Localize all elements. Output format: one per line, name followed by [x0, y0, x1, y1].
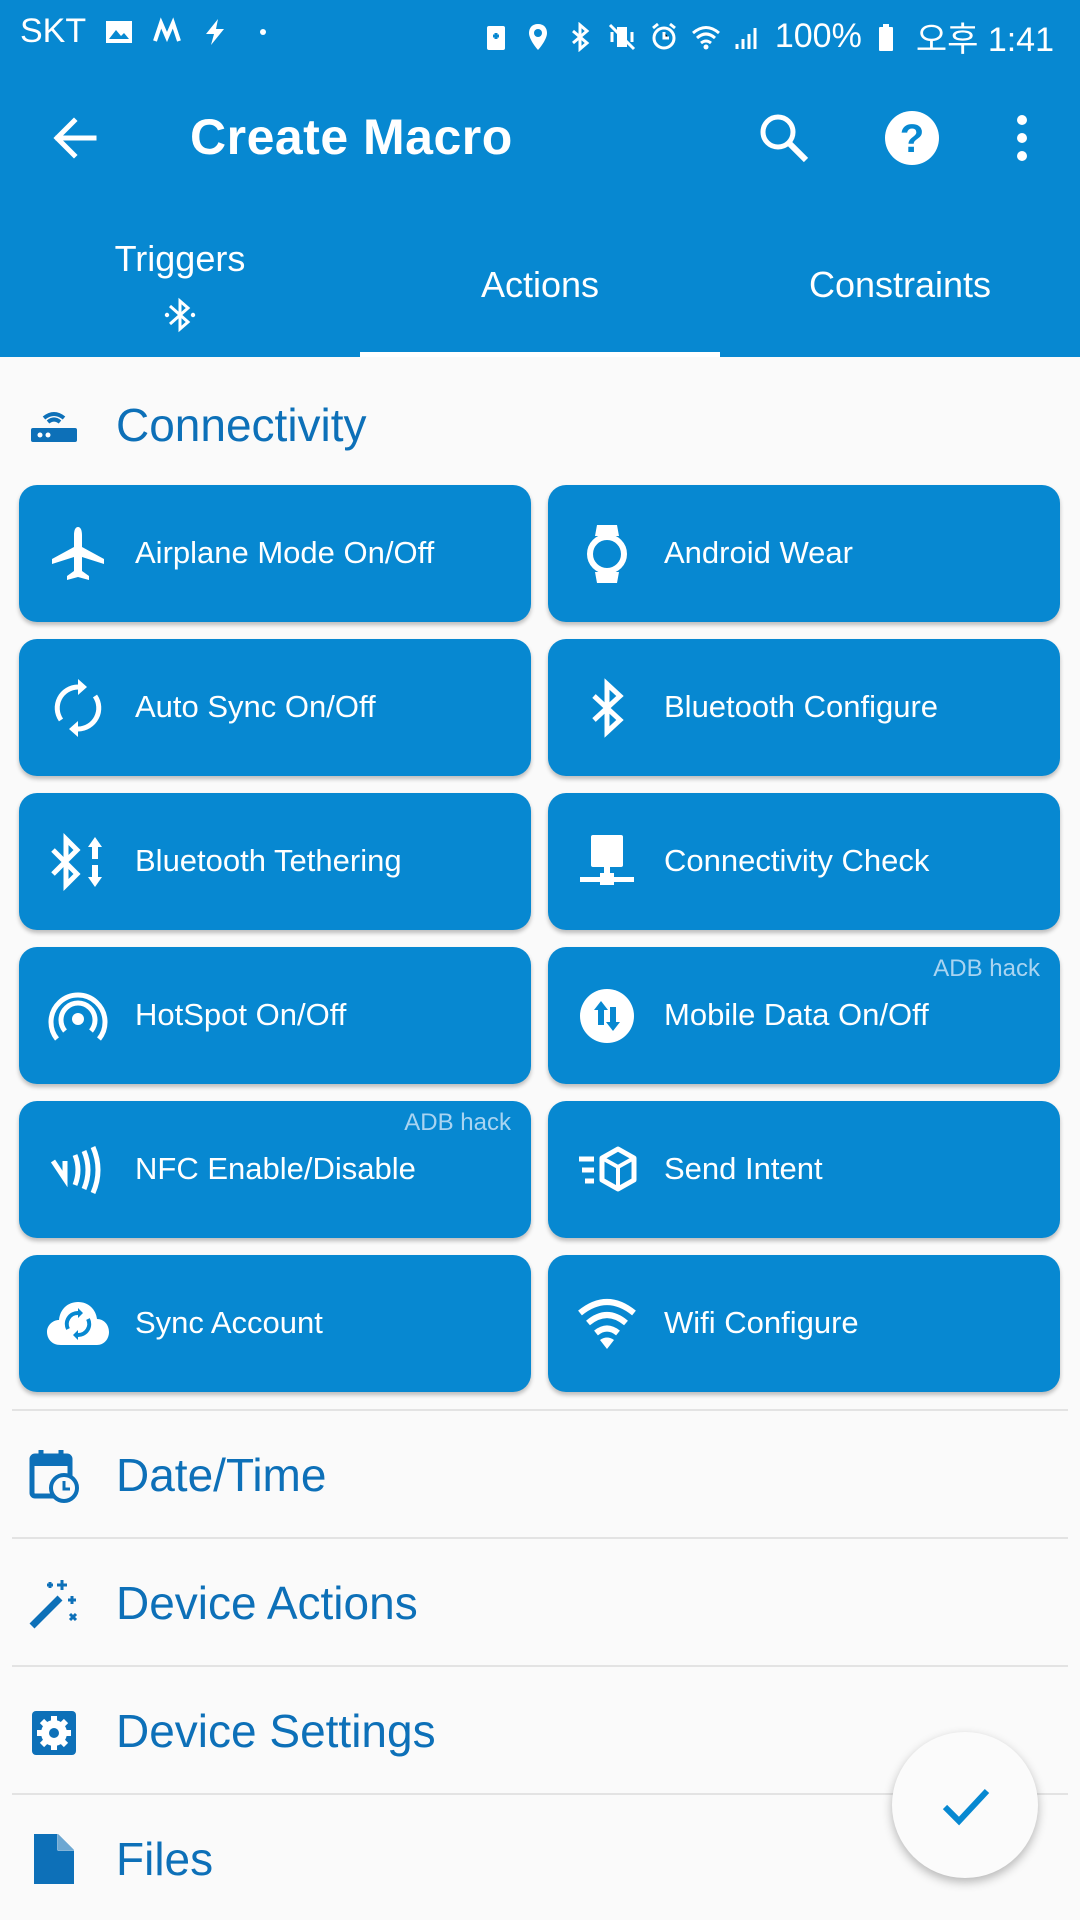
status-right: 100% 오후 1:41 [481, 12, 1054, 61]
tile-label: Sync Account [135, 1305, 323, 1340]
location-icon [528, 23, 547, 50]
tab-actions[interactable]: Actions [360, 212, 720, 357]
divider [12, 1537, 1068, 1539]
settings-icon [32, 1711, 76, 1755]
divider [12, 1409, 1068, 1411]
tile-label: Mobile Data On/Off [664, 997, 929, 1032]
action-tile-mobile-data[interactable]: Mobile Data On/Off ADB hack [548, 947, 1060, 1084]
nfc-icon [50, 1146, 101, 1194]
router-icon [31, 412, 77, 442]
check-icon [942, 1788, 990, 1826]
adb-hack-badge: ADB hack [933, 955, 1040, 982]
network-check-icon [580, 835, 634, 885]
category-title: Files [116, 1833, 214, 1885]
tile-label: Connectivity Check [664, 843, 930, 878]
action-tile-android-wear[interactable]: Android Wear [548, 485, 1060, 622]
category-title: Date/Time [116, 1449, 327, 1501]
bluetooth-tethering-icon [51, 832, 102, 892]
tile-label: Bluetooth Configure [664, 689, 939, 724]
m-notification-icon [153, 16, 182, 42]
tab-label: Actions [480, 264, 600, 305]
battery-percent: 100% [774, 17, 862, 55]
arrow-back-icon[interactable] [44, 106, 108, 170]
tile-label: Airplane Mode On/Off [135, 535, 435, 570]
cloud-sync-icon [47, 1302, 109, 1345]
bluetooth-icon [592, 678, 624, 738]
action-tile-bluetooth-tethering[interactable]: Bluetooth Tethering [19, 793, 531, 930]
calendar-clock-icon [29, 1450, 79, 1503]
hotspot-icon [48, 992, 108, 1041]
wifi-icon [578, 1299, 636, 1349]
watch-icon [587, 525, 627, 583]
bluetooth-icon [164, 297, 196, 333]
divider [12, 1665, 1068, 1667]
flash-notification-icon [206, 18, 225, 45]
svg-text:?: ? [900, 117, 924, 161]
app-bar: SKT 100% 오후 1:41 Create Macro ? Triggers [0, 0, 1080, 357]
tab-triggers[interactable]: Triggers [0, 212, 360, 357]
action-tile-hotspot[interactable]: HotSpot On/Off [19, 947, 531, 1084]
category-title: Device Actions [116, 1577, 418, 1629]
action-tile-airplane-mode[interactable]: Airplane Mode On/Off [19, 485, 531, 622]
battery-saver-icon [486, 25, 505, 50]
clock: 오후 1:41 [915, 21, 1054, 59]
toolbar: Create Macro ? [0, 64, 1080, 212]
action-tile-send-intent[interactable]: Send Intent [548, 1101, 1060, 1238]
tile-label: Bluetooth Tethering [135, 843, 402, 878]
action-tile-auto-sync[interactable]: Auto Sync On/Off [19, 639, 531, 776]
image-notification-icon [106, 20, 133, 43]
tile-label: Auto Sync On/Off [135, 689, 376, 724]
category-title: Connectivity [116, 399, 367, 451]
action-tile-connectivity-check[interactable]: Connectivity Check [548, 793, 1060, 930]
tab-constraints[interactable]: Constraints [720, 212, 1080, 357]
file-icon [34, 1834, 74, 1884]
send-intent-icon [579, 1146, 637, 1192]
tile-label: Android Wear [664, 535, 853, 570]
dot-icon [260, 28, 267, 35]
status-bar: SKT 100% 오후 1:41 [0, 0, 1080, 64]
wifi-status-icon [691, 25, 720, 49]
category-title: Device Settings [116, 1705, 436, 1757]
vibrate-icon [608, 23, 635, 50]
confirm-fab[interactable] [892, 1732, 1038, 1878]
action-tile-sync-account[interactable]: Sync Account [19, 1255, 531, 1392]
sync-icon [54, 679, 102, 737]
adb-hack-badge: ADB hack [404, 1109, 511, 1136]
category-connectivity[interactable]: Connectivity [0, 370, 1080, 480]
page-title: Create Macro [190, 109, 513, 165]
bluetooth-status-icon [571, 21, 590, 52]
category-device-actions[interactable]: Device Actions [0, 1548, 1080, 1658]
signal-icon [735, 27, 757, 49]
category-date-time[interactable]: Date/Time [0, 1420, 1080, 1530]
search-icon[interactable] [752, 106, 816, 170]
mobile-data-icon [580, 989, 634, 1043]
battery-icon [878, 23, 893, 51]
tab-label: Constraints [808, 264, 992, 305]
airplane-icon [52, 527, 104, 580]
tile-label: NFC Enable/Disable [135, 1151, 416, 1186]
action-tile-bluetooth-configure[interactable]: Bluetooth Configure [548, 639, 1060, 776]
help-circle-icon[interactable]: ? [878, 104, 946, 172]
tile-label: HotSpot On/Off [135, 997, 347, 1032]
tile-label: Wifi Configure [664, 1305, 859, 1340]
tab-label: Triggers [114, 238, 246, 279]
alarm-icon [651, 22, 676, 49]
status-left: SKT [20, 12, 278, 51]
action-tile-wifi-configure[interactable]: Wifi Configure [548, 1255, 1060, 1392]
action-tile-nfc[interactable]: NFC Enable/Disable ADB hack [19, 1101, 531, 1238]
tab-bar: Triggers Actions Constraints [0, 212, 1080, 357]
carrier-label: SKT [20, 12, 87, 50]
more-vert-icon[interactable] [1000, 106, 1044, 170]
tab-indicator [360, 352, 720, 357]
tile-label: Send Intent [664, 1151, 823, 1186]
magic-wand-icon [29, 1580, 78, 1629]
